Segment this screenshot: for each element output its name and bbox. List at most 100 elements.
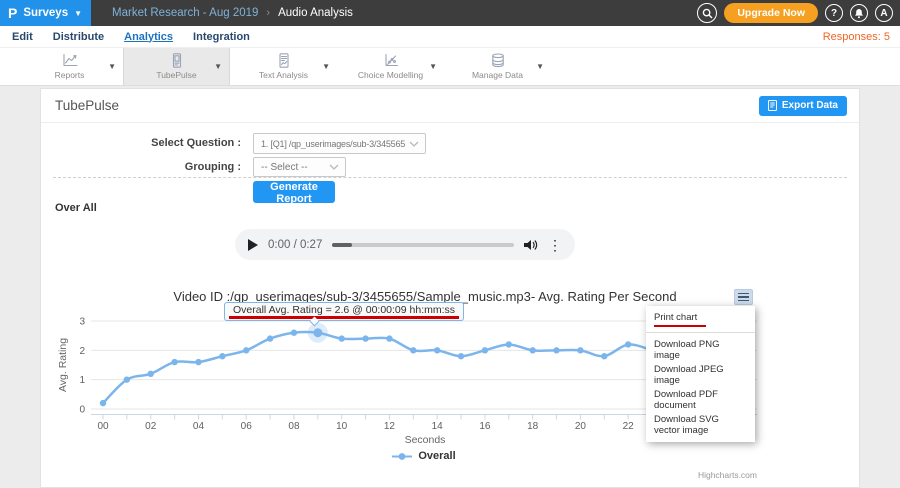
choice-modelling-icon [382, 53, 400, 68]
responses-count[interactable]: Responses: 5 [823, 31, 890, 43]
svg-text:00: 00 [97, 421, 109, 432]
player-more-options-icon[interactable]: ⋮ [548, 238, 562, 252]
export-data-button[interactable]: Export Data [759, 96, 847, 116]
document-icon [768, 100, 777, 111]
menu-item-integration[interactable]: Integration [193, 31, 250, 43]
svg-text:08: 08 [288, 421, 300, 432]
toolbar-item-tubepulse[interactable]: TubePulse ▼ [123, 48, 230, 85]
legend-marker-icon [392, 452, 412, 461]
account-avatar[interactable]: A [875, 4, 893, 22]
chevron-down-icon [329, 164, 339, 170]
section-label-overall: Over All [55, 202, 97, 214]
tooltip-red-underline [229, 316, 459, 319]
player-played-track [332, 243, 352, 247]
help-button[interactable]: ? [825, 4, 843, 22]
menu-item-download-jpeg[interactable]: Download JPEG image [646, 362, 755, 387]
upgrade-now-button[interactable]: Upgrade Now [724, 3, 818, 23]
svg-text:0: 0 [79, 405, 85, 416]
svg-text:20: 20 [575, 421, 587, 432]
breadcrumb-separator-icon: › [266, 7, 270, 19]
generate-report-button[interactable]: Generate Report [253, 181, 335, 203]
caret-down-icon[interactable]: ▼ [108, 62, 116, 71]
svg-text:18: 18 [527, 421, 539, 432]
toolbar-label: Manage Data [472, 70, 523, 80]
menu-item-print-chart[interactable]: Print chart [646, 310, 755, 324]
menu-item-download-png[interactable]: Download PNG image [646, 337, 755, 362]
chevron-down-icon [409, 141, 419, 147]
svg-text:04: 04 [193, 421, 205, 432]
question-select-value: 1. [Q1] /qp_userimages/sub-3/3455655/S..… [261, 139, 405, 149]
caret-down-icon[interactable]: ▼ [322, 62, 330, 71]
svg-text:16: 16 [479, 421, 491, 432]
toolbar-item-choice-modelling[interactable]: Choice Modelling ▼ [337, 48, 444, 85]
caret-down-icon: ▼ [74, 9, 82, 18]
caret-down-icon[interactable]: ▼ [214, 62, 222, 71]
survey-menubar: Edit Distribute Analytics Integration Re… [0, 26, 900, 48]
chart-export-menu: Print chart Download PNG image Download … [646, 306, 755, 442]
line-chart-icon [61, 53, 79, 68]
database-icon [489, 53, 507, 68]
svg-text:Seconds: Seconds [405, 434, 446, 446]
menu-item-download-svg[interactable]: Download SVG vector image [646, 412, 755, 437]
audio-player: 0:00 / 0:27 ⋮ [235, 229, 575, 260]
chart-tooltip-text: Overall Avg. Rating = 2.6 @ 00:00:09 hh:… [233, 304, 455, 316]
question-select[interactable]: 1. [Q1] /qp_userimages/sub-3/3455655/S..… [253, 133, 426, 154]
questionpro-logo: P [8, 5, 17, 21]
notifications-button[interactable] [850, 4, 868, 22]
chart-tooltip: Overall Avg. Rating = 2.6 @ 00:00:09 hh:… [224, 302, 464, 321]
breadcrumb-project[interactable]: Market Research - Aug 2019 [112, 7, 258, 19]
svg-text:1: 1 [79, 375, 85, 386]
player-seek-bar[interactable] [332, 243, 514, 247]
surveys-product-switcher[interactable]: P Surveys ▼ [0, 0, 91, 26]
svg-text:2: 2 [79, 346, 85, 357]
menu-item-edit[interactable]: Edit [12, 31, 33, 43]
bell-icon [854, 8, 864, 19]
toolbar-item-reports[interactable]: Reports ▼ [16, 48, 123, 85]
top-navigation-bar: P Surveys ▼ Market Research - Aug 2019 ›… [0, 0, 900, 26]
toolbar-item-text-analysis[interactable]: Text Analysis ▼ [230, 48, 337, 85]
app-screen: P Surveys ▼ Market Research - Aug 2019 ›… [0, 0, 900, 488]
breadcrumb: Market Research - Aug 2019 › Audio Analy… [112, 7, 353, 19]
svg-text:3: 3 [79, 317, 85, 328]
search-button[interactable] [697, 3, 717, 23]
toolbar-item-manage-data[interactable]: Manage Data ▼ [444, 48, 551, 85]
breadcrumb-page: Audio Analysis [278, 7, 353, 19]
menu-item-download-pdf[interactable]: Download PDF document [646, 387, 755, 412]
toolbar-label: TubePulse [156, 70, 196, 80]
svg-text:10: 10 [336, 421, 348, 432]
chart-context-menu-button[interactable] [734, 289, 753, 305]
svg-text:06: 06 [241, 421, 253, 432]
caret-down-icon[interactable]: ▼ [536, 62, 544, 71]
highcharts-credit[interactable]: Highcharts.com [698, 470, 757, 480]
menu-item-analytics[interactable]: Analytics [124, 31, 173, 43]
tubepulse-panel: TubePulse Export Data Select Question : … [40, 88, 860, 488]
svg-text:22: 22 [623, 421, 635, 432]
select-question-label: Select Question : [61, 133, 241, 154]
topbar-actions: Upgrade Now ? A [697, 0, 893, 26]
chart-legend[interactable]: Overall [41, 450, 807, 462]
form-divider [53, 177, 847, 178]
player-time: 0:00 / 0:27 [268, 239, 322, 251]
menu-item-distribute[interactable]: Distribute [53, 31, 104, 43]
play-icon[interactable] [248, 239, 258, 251]
volume-icon[interactable] [524, 239, 538, 251]
print-chart-red-underline [654, 325, 706, 327]
panel-title: TubePulse [55, 98, 119, 113]
legend-label-overall: Overall [418, 450, 455, 462]
chart-container: Video ID :/qp_userimages/sub-3/3455655/S… [41, 271, 859, 488]
toolbar-label: Reports [55, 70, 85, 80]
export-data-label: Export Data [782, 100, 838, 111]
svg-text:02: 02 [145, 421, 157, 432]
text-analysis-icon [275, 53, 293, 68]
tubepulse-icon [168, 53, 186, 68]
grouping-select[interactable]: -- Select -- [253, 157, 346, 177]
product-label: Surveys [23, 7, 68, 19]
menu-divider [646, 332, 755, 333]
svg-text:14: 14 [432, 421, 444, 432]
svg-text:Avg. Rating: Avg. Rating [57, 338, 69, 392]
panel-header: TubePulse Export Data [41, 89, 859, 123]
caret-down-icon[interactable]: ▼ [429, 62, 437, 71]
search-icon [702, 8, 713, 19]
toolbar-label: Text Analysis [259, 70, 308, 80]
grouping-label: Grouping : [61, 157, 241, 177]
